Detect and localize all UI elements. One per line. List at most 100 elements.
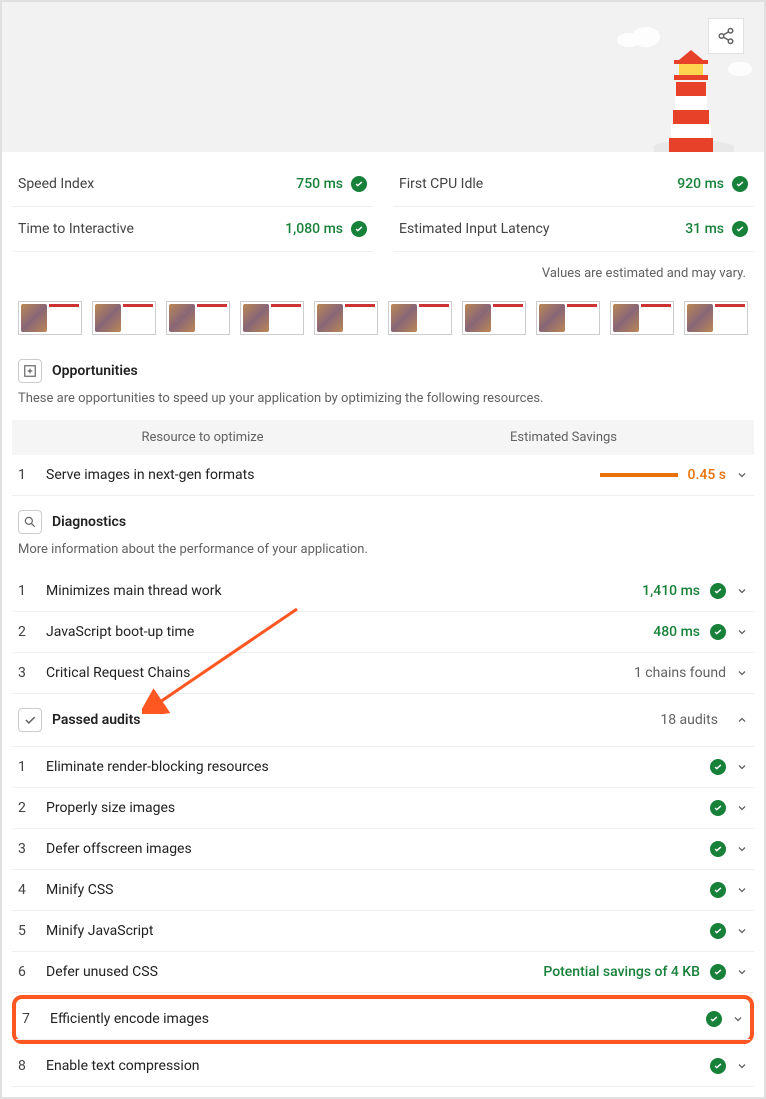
metric-row: Estimated Input Latency 31 ms	[393, 207, 754, 252]
potential-savings: Potential savings of 4 KB	[543, 964, 700, 980]
check-icon	[18, 708, 42, 732]
chevron-down-icon	[736, 925, 748, 937]
pass-check-icon	[710, 1058, 726, 1074]
filmstrip-frame	[240, 301, 304, 335]
passed-audit-row[interactable]: 4Minify CSS	[12, 870, 754, 911]
pass-check-icon	[710, 800, 726, 816]
diagnostic-row[interactable]: 3 Critical Request Chains 1 chains found	[12, 653, 754, 694]
opportunities-icon	[18, 359, 42, 383]
chevron-down-icon	[736, 667, 748, 679]
filmstrip-frame	[536, 301, 600, 335]
diagnostic-label: JavaScript boot-up time	[46, 624, 639, 640]
savings-bar	[600, 473, 678, 477]
filmstrip-frame	[388, 301, 452, 335]
metric-value: 31 ms	[685, 221, 724, 237]
opportunities-columns: Resource to optimize Estimated Savings	[12, 420, 754, 455]
pass-check-icon	[710, 583, 726, 599]
opportunities-header: Opportunities	[12, 345, 754, 391]
diagnostic-value: 1,410 ms	[642, 583, 700, 599]
section-title: Passed audits	[52, 712, 140, 728]
chevron-down-icon	[736, 802, 748, 814]
passed-audits-header[interactable]: Passed audits 18 audits	[12, 694, 754, 747]
diagnostic-label: Critical Request Chains	[46, 665, 620, 681]
diagnostic-value: 1 chains found	[634, 665, 726, 681]
audit-label: Defer unused CSS	[46, 964, 529, 980]
row-number: 6	[18, 964, 32, 980]
filmstrip	[12, 301, 754, 345]
audit-label: Enable text compression	[46, 1058, 696, 1074]
row-number: 1	[18, 583, 32, 599]
estimate-note: Values are estimated and may vary.	[12, 252, 754, 301]
filmstrip-frame	[314, 301, 378, 335]
audit-label: Defer offscreen images	[46, 841, 696, 857]
diagnostics-header: Diagnostics	[12, 496, 754, 542]
row-number: 7	[22, 1011, 36, 1027]
section-description: More information about the performance o…	[12, 542, 754, 571]
filmstrip-frame	[610, 301, 674, 335]
audit-label: Eliminate render-blocking resources	[46, 759, 696, 775]
diagnostic-row[interactable]: 1 Minimizes main thread work 1,410 ms	[12, 571, 754, 612]
filmstrip-frame	[462, 301, 526, 335]
passed-count: 18 audits	[660, 712, 726, 728]
row-number: 5	[18, 923, 32, 939]
metric-row: Speed Index 750 ms	[12, 162, 373, 207]
row-number: 2	[18, 624, 32, 640]
chevron-down-icon	[736, 761, 748, 773]
diagnostic-label: Minimizes main thread work	[46, 583, 628, 599]
row-number: 2	[18, 800, 32, 816]
passed-audit-row[interactable]: 2Properly size images	[12, 788, 754, 829]
lighthouse-logo-icon	[654, 42, 734, 152]
chevron-down-icon	[736, 1060, 748, 1072]
pass-check-icon	[351, 221, 367, 237]
chevron-down-icon	[736, 884, 748, 896]
metric-row: Time to Interactive1,080 ms	[12, 207, 373, 252]
chevron-down-icon	[736, 626, 748, 638]
chevron-up-icon	[736, 714, 748, 726]
metric-label: First CPU Idle	[399, 176, 483, 192]
row-number: 8	[18, 1058, 32, 1074]
metrics-section: Speed Index 750 ms Time to Interactive1,08…	[12, 162, 754, 252]
section-title: Opportunities	[52, 363, 138, 379]
passed-audit-row[interactable]: 3 Defer offscreen images	[12, 829, 754, 870]
metric-value: 920 ms	[677, 176, 724, 192]
row-number: 1	[18, 759, 32, 775]
hero-banner	[2, 2, 764, 152]
pass-check-icon	[710, 964, 726, 980]
filmstrip-frame	[92, 301, 156, 335]
pass-check-icon	[710, 759, 726, 775]
chevron-down-icon	[736, 469, 748, 481]
pass-check-icon	[710, 923, 726, 939]
metric-label: Time to Interactive	[18, 221, 134, 237]
pass-check-icon	[710, 841, 726, 857]
magnifier-icon	[18, 510, 42, 534]
row-number: 1	[18, 467, 32, 483]
passed-audit-row[interactable]: 8 Enable text compression	[12, 1046, 754, 1087]
filmstrip-frame	[684, 301, 748, 335]
diagnostic-row[interactable]: 2 JavaScript boot-up time 480 ms	[12, 612, 754, 653]
metric-label: Speed Index	[18, 176, 94, 192]
diagnostic-value: 480 ms	[653, 624, 700, 640]
metric-value: 750 ms	[296, 176, 343, 192]
passed-audit-row[interactable]: 1 Eliminate render-blocking resources	[12, 747, 754, 788]
opportunity-row[interactable]: 1Serve images in next-gen formats0.45 s	[12, 455, 754, 496]
section-title: Diagnostics	[52, 514, 126, 530]
row-number: 3	[18, 841, 32, 857]
pass-check-icon	[710, 624, 726, 640]
opportunity-label: Serve images in next-gen formats	[46, 467, 586, 483]
chevron-down-icon	[732, 1013, 744, 1025]
metric-label: Estimated Input Latency	[399, 221, 549, 237]
section-description: These are opportunities to speed up your…	[12, 391, 754, 420]
filmstrip-frame	[166, 301, 230, 335]
passed-audit-row[interactable]: 7Efficiently encode images	[16, 999, 750, 1040]
chevron-down-icon	[736, 843, 748, 855]
pass-check-icon	[732, 221, 748, 237]
chevron-down-icon	[736, 966, 748, 978]
row-number: 3	[18, 665, 32, 681]
passed-audit-row[interactable]: 5Minify JavaScript	[12, 911, 754, 952]
pass-check-icon	[351, 176, 367, 192]
passed-audit-row[interactable]: 6 Defer unused CSS Potential savings of 4 …	[12, 952, 754, 993]
highlighted-row: 7Efficiently encode images	[12, 995, 754, 1044]
metric-row: First CPU Idle 920 ms	[393, 162, 754, 207]
chevron-down-icon	[736, 585, 748, 597]
audit-label: Minify CSS	[46, 882, 696, 898]
